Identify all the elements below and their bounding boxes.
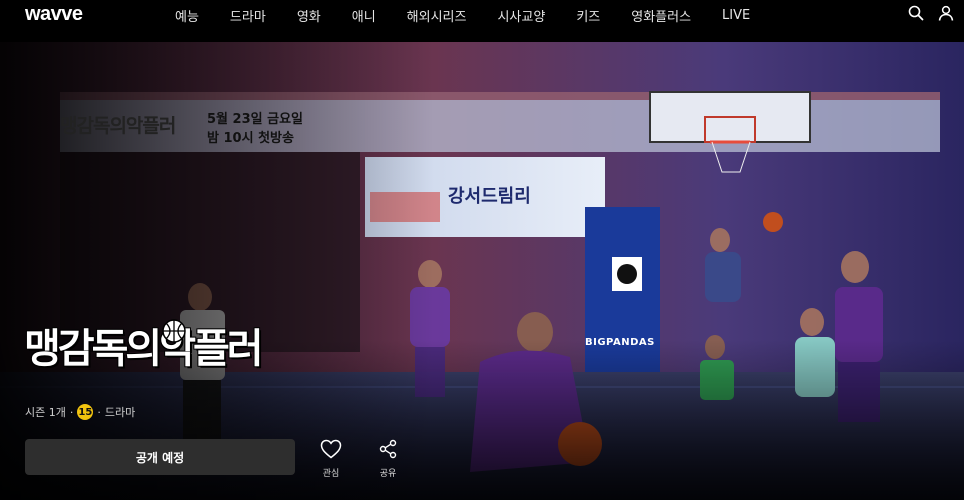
heart-icon (320, 439, 342, 463)
age-rating-badge: 15 (77, 404, 94, 420)
main-nav: 예능 드라마 영화 애니 해외시리즈 시사교양 키즈 영화플러스 LIVE (175, 0, 750, 30)
nav-item-foreign-series[interactable]: 해외시리즈 (407, 6, 467, 25)
wavve-logo[interactable]: wavve (25, 3, 83, 26)
arena-banner-text: 강서드림리 (448, 186, 531, 207)
season-count: 시즌 1개 (25, 406, 66, 419)
show-meta: 시즌 1개 · 15 · 드라마 (25, 404, 135, 420)
top-navigation: wavve 예능 드라마 영화 애니 해외시리즈 시사교양 키즈 영화플러스 L… (0, 0, 964, 36)
share-icon (378, 439, 398, 463)
like-button[interactable]: 관심 (316, 439, 346, 479)
nav-item-movie[interactable]: 영화 (297, 6, 321, 25)
promo-date: 5월 23일 금요일 (207, 112, 303, 127)
nav-item-entertainment[interactable]: 예능 (175, 6, 199, 25)
nav-item-kids[interactable]: 키즈 (576, 6, 600, 25)
header-actions (908, 5, 954, 21)
nav-item-documentary[interactable]: 시사교양 (497, 6, 545, 25)
coming-soon-button[interactable]: 공개 예정 (25, 439, 295, 475)
nav-item-movie-plus[interactable]: 영화플러스 (631, 6, 691, 25)
meta-separator: · (69, 405, 74, 419)
promo-logo: 맹감독의악플러 (60, 115, 176, 137)
nav-item-live[interactable]: LIVE (722, 8, 750, 23)
like-label: 관심 (322, 469, 340, 479)
user-icon[interactable] (938, 5, 954, 21)
genre-label: 드라마 (104, 406, 136, 419)
promo-time: 밤 10시 첫방송 (207, 131, 294, 146)
show-title: 맹감독의악플러 (24, 326, 264, 372)
hero-banner[interactable]: 맹감독의악플러 5월 23일 금요일 밤 10시 첫방송 강서드림리 BIGPA… (0, 42, 964, 500)
share-label: 공유 (379, 469, 397, 479)
meta-separator: · (97, 405, 101, 419)
search-icon[interactable] (908, 5, 924, 21)
bigpandas-sign: BIGPANDAS (585, 337, 655, 348)
share-button[interactable]: 공유 (373, 439, 403, 479)
basketball-icon (161, 318, 187, 348)
nav-item-anime[interactable]: 애니 (352, 6, 376, 25)
nav-item-drama[interactable]: 드라마 (230, 6, 266, 25)
